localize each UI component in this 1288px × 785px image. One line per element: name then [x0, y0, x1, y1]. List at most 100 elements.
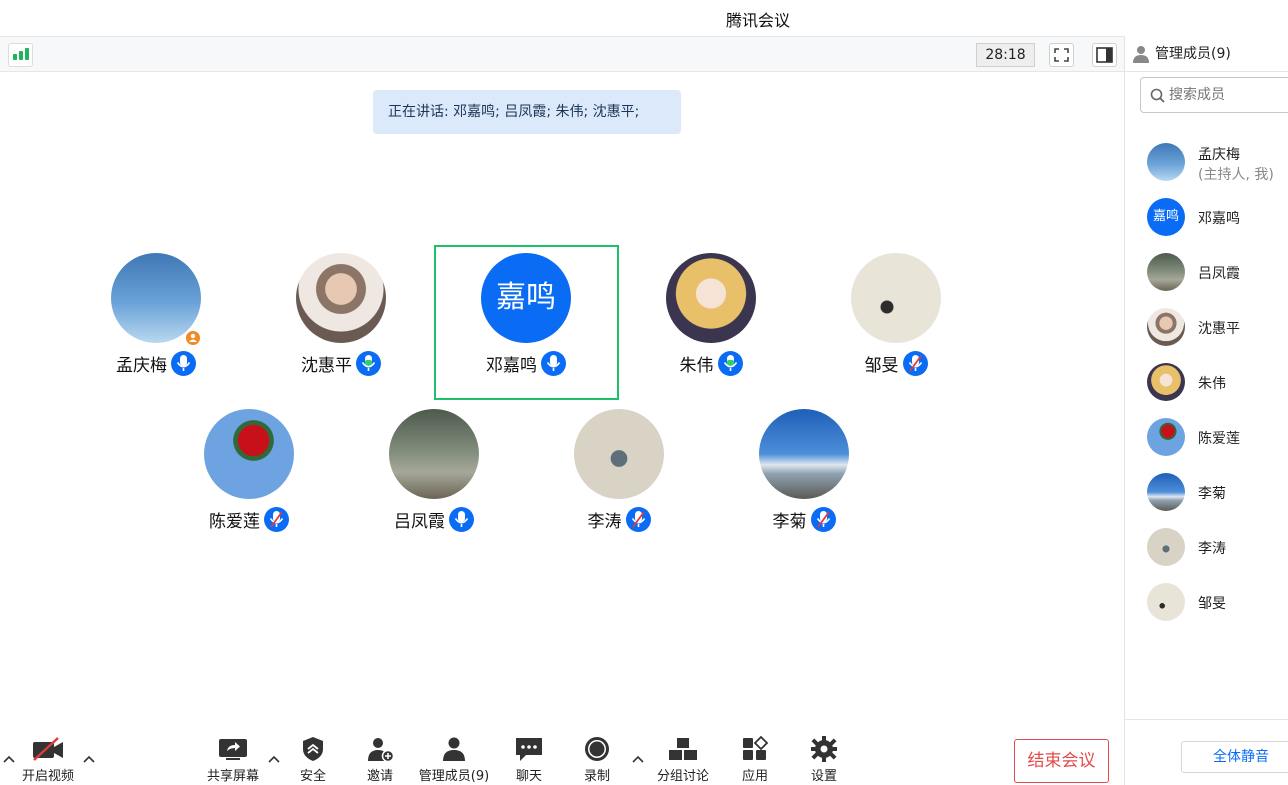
mic-muted-icon[interactable]: [625, 507, 651, 532]
bottom-toolbar: 开启视频 共享屏幕 安全 邀请 管理成员(9) 聊天 录制 分组讨论 应用 设置…: [0, 730, 1124, 785]
sidebar-panel-icon: [1096, 47, 1113, 63]
participant-tile[interactable]: 李菊: [714, 403, 894, 553]
mic-on-icon[interactable]: [449, 507, 474, 532]
member-avatar: [1147, 363, 1185, 401]
avatar: [389, 409, 479, 499]
member-name: 李菊: [1198, 486, 1226, 502]
member-item[interactable]: 朱伟: [1147, 363, 1288, 403]
end-meeting-button[interactable]: 结束会议: [1014, 739, 1109, 783]
breakout-rooms-button[interactable]: 分组讨论: [643, 736, 723, 784]
mic-speaking-icon[interactable]: [717, 351, 743, 376]
member-item[interactable]: 沈惠平: [1147, 308, 1288, 348]
avatar: [851, 253, 941, 343]
avatar: [296, 253, 386, 343]
avatar: [204, 409, 294, 499]
members-panel: 管理成员(9) 孟庆梅 (主持人, 我) 嘉鸣 邓嘉鸣 吕凤霞 沈惠平 朱伟: [1124, 36, 1288, 785]
member-avatar: 嘉鸣: [1147, 198, 1185, 236]
network-signal-icon[interactable]: [8, 43, 33, 67]
mic-muted-icon[interactable]: [810, 507, 836, 532]
host-badge-icon: [184, 329, 202, 347]
toggle-sidebar-button[interactable]: [1092, 43, 1117, 67]
member-item[interactable]: 陈爱莲: [1147, 418, 1288, 458]
member-item[interactable]: 李菊: [1147, 473, 1288, 513]
apps-label: 应用: [741, 769, 768, 784]
mic-on-icon[interactable]: [171, 351, 196, 376]
share-screen-label: 共享屏幕: [206, 769, 259, 784]
shield-icon: [303, 737, 323, 761]
invite-label: 邀请: [366, 769, 393, 784]
chevron-up-icon[interactable]: [82, 752, 96, 766]
participant-name: 陈爱莲: [209, 512, 260, 532]
participant-name: 邓嘉鸣: [486, 356, 537, 376]
chat-icon: [516, 738, 542, 761]
add-user-icon: [368, 738, 395, 762]
participant-name: 朱伟: [679, 356, 714, 376]
participant-label: 李涛: [529, 507, 709, 532]
participant-tile[interactable]: 陈爱莲: [159, 403, 339, 553]
text-avatar: 嘉鸣: [481, 253, 571, 343]
record-button[interactable]: 录制: [557, 736, 637, 784]
member-name: 陈爱莲: [1198, 431, 1240, 447]
invite-button[interactable]: 邀请: [340, 736, 420, 784]
member-name: 沈惠平: [1198, 321, 1240, 337]
mic-muted-icon[interactable]: [902, 351, 928, 376]
fullscreen-button[interactable]: [1049, 43, 1074, 67]
settings-button[interactable]: 设置: [784, 736, 864, 784]
mic-on-icon[interactable]: [541, 351, 566, 376]
participant-name: 孟庆梅: [116, 356, 167, 376]
member-avatar: [1147, 308, 1185, 346]
participant-tile[interactable]: 孟庆梅: [66, 247, 246, 397]
member-name: 邓嘉鸣: [1198, 211, 1240, 227]
member-name: 朱伟: [1198, 376, 1226, 392]
window-title: 腾讯会议: [725, 11, 790, 30]
mic-muted-icon[interactable]: [264, 507, 289, 532]
member-name: 李涛: [1198, 541, 1226, 557]
participant-tile[interactable]: 嘉鸣 邓嘉鸣: [436, 247, 616, 397]
member-search[interactable]: [1140, 77, 1288, 113]
participant-name: 吕凤霞: [394, 512, 445, 532]
member-name: 孟庆梅: [1198, 147, 1240, 163]
gear-icon: [811, 736, 837, 762]
participant-name: 李涛: [587, 512, 622, 532]
participant-tile[interactable]: 沈惠平: [251, 247, 431, 397]
record-icon: [585, 737, 609, 761]
share-screen-button[interactable]: 共享屏幕: [193, 736, 273, 784]
participant-name: 李菊: [772, 512, 807, 532]
participant-tile[interactable]: 李涛: [529, 403, 709, 553]
participant-label: 李菊: [714, 507, 894, 532]
participant-tile[interactable]: 邹旻: [806, 247, 986, 397]
apps-icon: [743, 736, 769, 760]
member-item[interactable]: 吕凤霞: [1147, 253, 1288, 293]
members-panel-title: 管理成员(9): [1155, 46, 1231, 62]
avatar: [759, 409, 849, 499]
video-button[interactable]: 开启视频: [8, 736, 88, 784]
member-item[interactable]: 孟庆梅 (主持人, 我): [1147, 143, 1288, 183]
participant-tile[interactable]: 吕凤霞: [344, 403, 524, 553]
member-item[interactable]: 嘉鸣 邓嘉鸣: [1147, 198, 1288, 238]
record-label: 录制: [583, 769, 610, 784]
member-avatar: [1147, 583, 1185, 621]
participant-label: 沈惠平: [251, 351, 431, 376]
breakout-rooms-label: 分组讨论: [656, 769, 709, 784]
apps-button[interactable]: 应用: [715, 736, 795, 784]
share-screen-icon: [219, 739, 247, 760]
meeting-window: 腾讯会议 28:18 正在讲话: 邓嘉鸣; 吕凤霞; 朱伟; 沈惠平; 孟庆梅 …: [0, 0, 1288, 785]
avatar: [666, 253, 756, 343]
user-icon: [1133, 46, 1149, 63]
search-input[interactable]: [1169, 86, 1288, 104]
participant-label: 陈爱莲: [159, 507, 339, 532]
mic-speaking-icon[interactable]: [356, 351, 381, 376]
manage-members-label: 管理成员(9): [418, 769, 490, 784]
mute-all-button[interactable]: 全体静音: [1181, 741, 1288, 773]
participant-label: 吕凤霞: [344, 507, 524, 532]
top-toolbar: 28:18: [0, 36, 1124, 72]
member-item[interactable]: 李涛: [1147, 528, 1288, 568]
camera-off-icon: [33, 737, 63, 761]
participant-tile[interactable]: 朱伟: [621, 247, 801, 397]
speaking-indicator: 正在讲话: 邓嘉鸣; 吕凤霞; 朱伟; 沈惠平;: [373, 90, 681, 134]
member-avatar: [1147, 253, 1185, 291]
manage-members-button[interactable]: 管理成员(9): [414, 736, 494, 784]
participant-name: 邹旻: [864, 356, 899, 376]
member-item[interactable]: 邹旻: [1147, 583, 1288, 623]
settings-label: 设置: [810, 769, 837, 784]
